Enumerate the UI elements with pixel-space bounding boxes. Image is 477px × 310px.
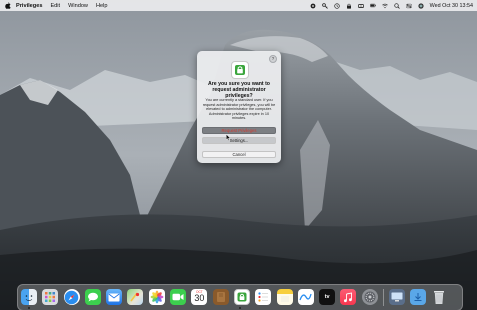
privileges-app-icon[interactable] — [233, 289, 250, 305]
battery-icon[interactable] — [369, 3, 376, 9]
dock-running-indicator-finder — [28, 307, 30, 309]
siri-icon[interactable] — [418, 2, 424, 9]
status-lock-icon[interactable] — [346, 3, 352, 9]
finder-icon[interactable] — [21, 289, 37, 305]
messages-icon[interactable] — [84, 289, 101, 305]
maps-icon[interactable] — [127, 289, 144, 305]
wifi-icon[interactable] — [381, 3, 388, 9]
search-icon[interactable] — [393, 2, 400, 9]
dock-running-indicator-privileges — [239, 307, 241, 309]
dialog-title: Are you sure you want to request adminis… — [208, 81, 270, 100]
downloads-folder-icon[interactable] — [409, 289, 426, 305]
mouse-pointer-icon — [226, 134, 231, 141]
status-controls-icon[interactable] — [357, 3, 364, 9]
control-center-icon[interactable] — [405, 3, 412, 9]
mail-icon[interactable] — [106, 289, 123, 305]
menu-help[interactable]: Help — [96, 3, 108, 9]
reminders-icon[interactable] — [255, 289, 272, 305]
cancel-button[interactable]: Cancel — [202, 151, 276, 158]
trash-icon[interactable] — [431, 289, 447, 305]
lock-icon — [231, 61, 249, 79]
menu-app-name[interactable]: Privileges — [16, 3, 42, 9]
dock-items: OCT 30 tv — [21, 287, 452, 307]
menu-clock[interactable]: Wed Oct 30 13:54 — [430, 3, 473, 9]
photos-icon[interactable] — [148, 289, 165, 305]
calendar-icon[interactable]: OCT 30 — [191, 289, 208, 305]
request-privileges-button[interactable]: Request Privileges — [202, 127, 276, 134]
status-key-icon[interactable] — [321, 2, 328, 9]
dock-separator — [383, 288, 384, 306]
apple-tv-label: tv — [324, 294, 330, 300]
apple-menu-icon[interactable] — [5, 2, 11, 9]
safari-icon[interactable] — [63, 289, 80, 305]
privileges-dialog: ? Are you sure you want to request admin… — [197, 51, 281, 163]
launchpad-icon[interactable] — [42, 289, 59, 305]
system-settings-icon[interactable] — [361, 289, 378, 305]
screen-sharing-icon[interactable] — [388, 289, 405, 305]
calendar-day: 30 — [194, 293, 205, 303]
status-gear-icon[interactable] — [310, 3, 316, 9]
menu-edit[interactable]: Edit — [50, 3, 60, 9]
status-timer-icon[interactable] — [333, 2, 340, 9]
desktop: Privileges Edit Window Help Wed Oct 30 1… — [0, 0, 477, 310]
notes-icon[interactable] — [276, 289, 293, 305]
menu-bar: Privileges Edit Window Help Wed Oct 30 1… — [0, 0, 477, 11]
help-button[interactable]: ? — [269, 55, 277, 63]
facetime-icon[interactable] — [170, 289, 187, 305]
notebook-app-icon[interactable] — [212, 289, 229, 305]
music-icon[interactable] — [340, 289, 357, 305]
menu-window[interactable]: Window — [68, 3, 88, 9]
dialog-message: You are currently a standard user. If yo… — [202, 98, 276, 121]
settings-button[interactable]: Settings... — [202, 137, 276, 144]
apple-tv-icon[interactable]: tv — [319, 289, 336, 305]
freeform-icon[interactable] — [297, 289, 314, 305]
